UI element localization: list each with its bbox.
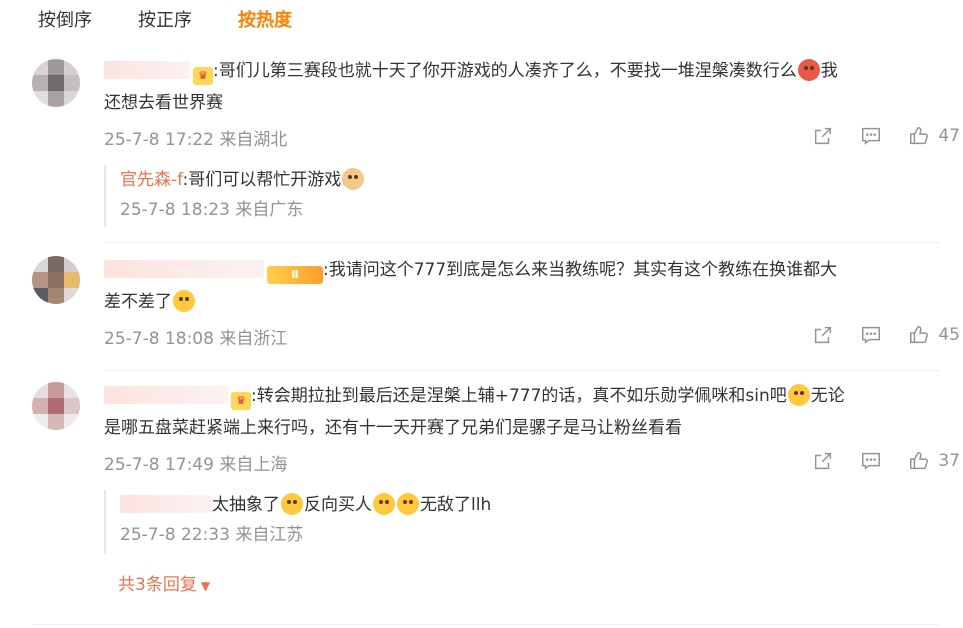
username-blurred[interactable] xyxy=(104,61,190,79)
comment-text: :哥们儿第三赛段也就十天了你开游戏的人凑齐了么，不要找一堆涅槃凑数行么 xyxy=(213,61,797,81)
vip-crown-icon: ♛ xyxy=(231,392,251,410)
shocked-emoji-icon xyxy=(397,493,419,515)
comment-time-location: 25-7-8 17:22 来自湖北 xyxy=(104,130,288,150)
sort-tabs: 按倒序 按正序 按热度 xyxy=(38,6,292,32)
more-replies-label: 共3条回复 xyxy=(118,575,197,595)
comment-text: 无论 xyxy=(810,386,845,406)
like-count: 47 xyxy=(938,126,960,146)
avatar[interactable] xyxy=(32,59,80,107)
angry-emoji-icon xyxy=(797,59,820,81)
comment-text: 我 xyxy=(820,61,838,81)
laughing-emoji-icon xyxy=(173,290,195,312)
comment-icon xyxy=(862,452,881,470)
like-button[interactable]: 47 xyxy=(908,125,960,147)
share-icon xyxy=(815,127,832,145)
reply-button[interactable] xyxy=(860,450,882,472)
caret-down-icon: ▼ xyxy=(200,579,211,593)
crying-emoji-icon xyxy=(281,493,303,515)
divider xyxy=(104,242,939,243)
comment-time-location: 25-7-8 17:49 来自上海 xyxy=(104,455,288,475)
reply-item: 官先森-f:哥们可以帮忙开游戏 25-7-8 18:23 来自广东 xyxy=(104,165,804,227)
avatar[interactable] xyxy=(32,382,80,430)
reply-item: 太抽象了 反向买人 无敌了llh 25-7-8 22:33 来自江苏 xyxy=(104,490,804,554)
reply-time-location: 25-7-8 18:23 来自广东 xyxy=(120,200,304,220)
comment-item: Ⅱ:我请问这个777到底是怎么来当教练呢？其实有这个教练在换谁都大 差不差了 2… xyxy=(0,254,963,364)
comment-item: ♛:哥们儿第三赛段也就十天了你开游戏的人凑齐了么，不要找一堆涅槃凑数行么 我 还想… xyxy=(0,55,963,245)
like-count: 37 xyxy=(938,451,960,471)
share-button[interactable] xyxy=(812,324,834,346)
reply-button[interactable] xyxy=(860,324,882,346)
crying-emoji-icon xyxy=(787,384,810,406)
reply-button[interactable] xyxy=(860,125,882,147)
comment-item: ♛:转会期拉扯到最后还是涅槃上辅+777的话，真不如乐勋学佩咪和sin吧 无论 是… xyxy=(0,380,963,610)
reply-text: 反向买人 xyxy=(304,495,372,515)
like-count: 45 xyxy=(938,325,960,345)
tab-sort-desc[interactable]: 按倒序 xyxy=(38,6,92,32)
comment-icon xyxy=(862,127,881,145)
reply-text: 无敌了llh xyxy=(420,495,492,515)
share-button[interactable] xyxy=(812,450,834,472)
divider xyxy=(32,624,939,625)
share-icon xyxy=(815,452,832,470)
thumbs-up-icon xyxy=(910,452,929,470)
reply-author[interactable]: 官先森-f xyxy=(120,170,183,190)
thumbs-up-icon xyxy=(910,127,929,145)
username-blurred[interactable] xyxy=(104,260,264,278)
tab-sort-asc[interactable]: 按正序 xyxy=(138,6,192,32)
thumbs-up-icon xyxy=(910,326,929,344)
comment-text: 差不差了 xyxy=(104,292,172,312)
comment-actions: 37 xyxy=(812,450,960,472)
comment-text: 是哪五盘菜赶紧端上来行吗，还有十一天开赛了兄弟们是骡子是马让粉丝看看 xyxy=(104,418,682,438)
reply-time-location: 25-7-8 22:33 来自江苏 xyxy=(120,525,304,545)
comment-time-location: 25-7-8 18:08 来自浙江 xyxy=(104,329,288,349)
comment-actions: 45 xyxy=(812,324,960,346)
divider xyxy=(104,370,939,371)
comment-text: 还想去看世界赛 xyxy=(104,93,223,113)
like-button[interactable]: 37 xyxy=(908,450,960,472)
vip-crown-icon: ♛ xyxy=(193,67,213,85)
share-button[interactable] xyxy=(812,125,834,147)
comment-icon xyxy=(862,326,881,344)
comment-text: :我请问这个777到底是怎么来当教练呢？其实有这个教练在换谁都大 xyxy=(323,260,838,280)
reply-text: 太抽象了 xyxy=(212,495,280,515)
reply-author-blurred[interactable] xyxy=(120,495,212,513)
comment-text: :转会期拉扯到最后还是涅槃上辅+777的话，真不如乐勋学佩咪和sin吧 xyxy=(251,386,787,406)
share-icon xyxy=(815,326,832,344)
like-button[interactable]: 45 xyxy=(908,324,960,346)
reply-text: :哥们可以帮忙开游戏 xyxy=(182,170,342,190)
comment-actions: 47 xyxy=(812,125,960,147)
tab-sort-hot[interactable]: 按热度 xyxy=(238,6,292,32)
username-blurred[interactable] xyxy=(104,386,228,404)
doge-emoji-icon xyxy=(342,168,365,190)
more-replies-link[interactable]: 共3条回复 ▼ xyxy=(118,570,210,595)
level-badge: Ⅱ xyxy=(267,266,323,284)
avatar[interactable] xyxy=(32,256,80,304)
shocked-emoji-icon xyxy=(373,493,395,515)
